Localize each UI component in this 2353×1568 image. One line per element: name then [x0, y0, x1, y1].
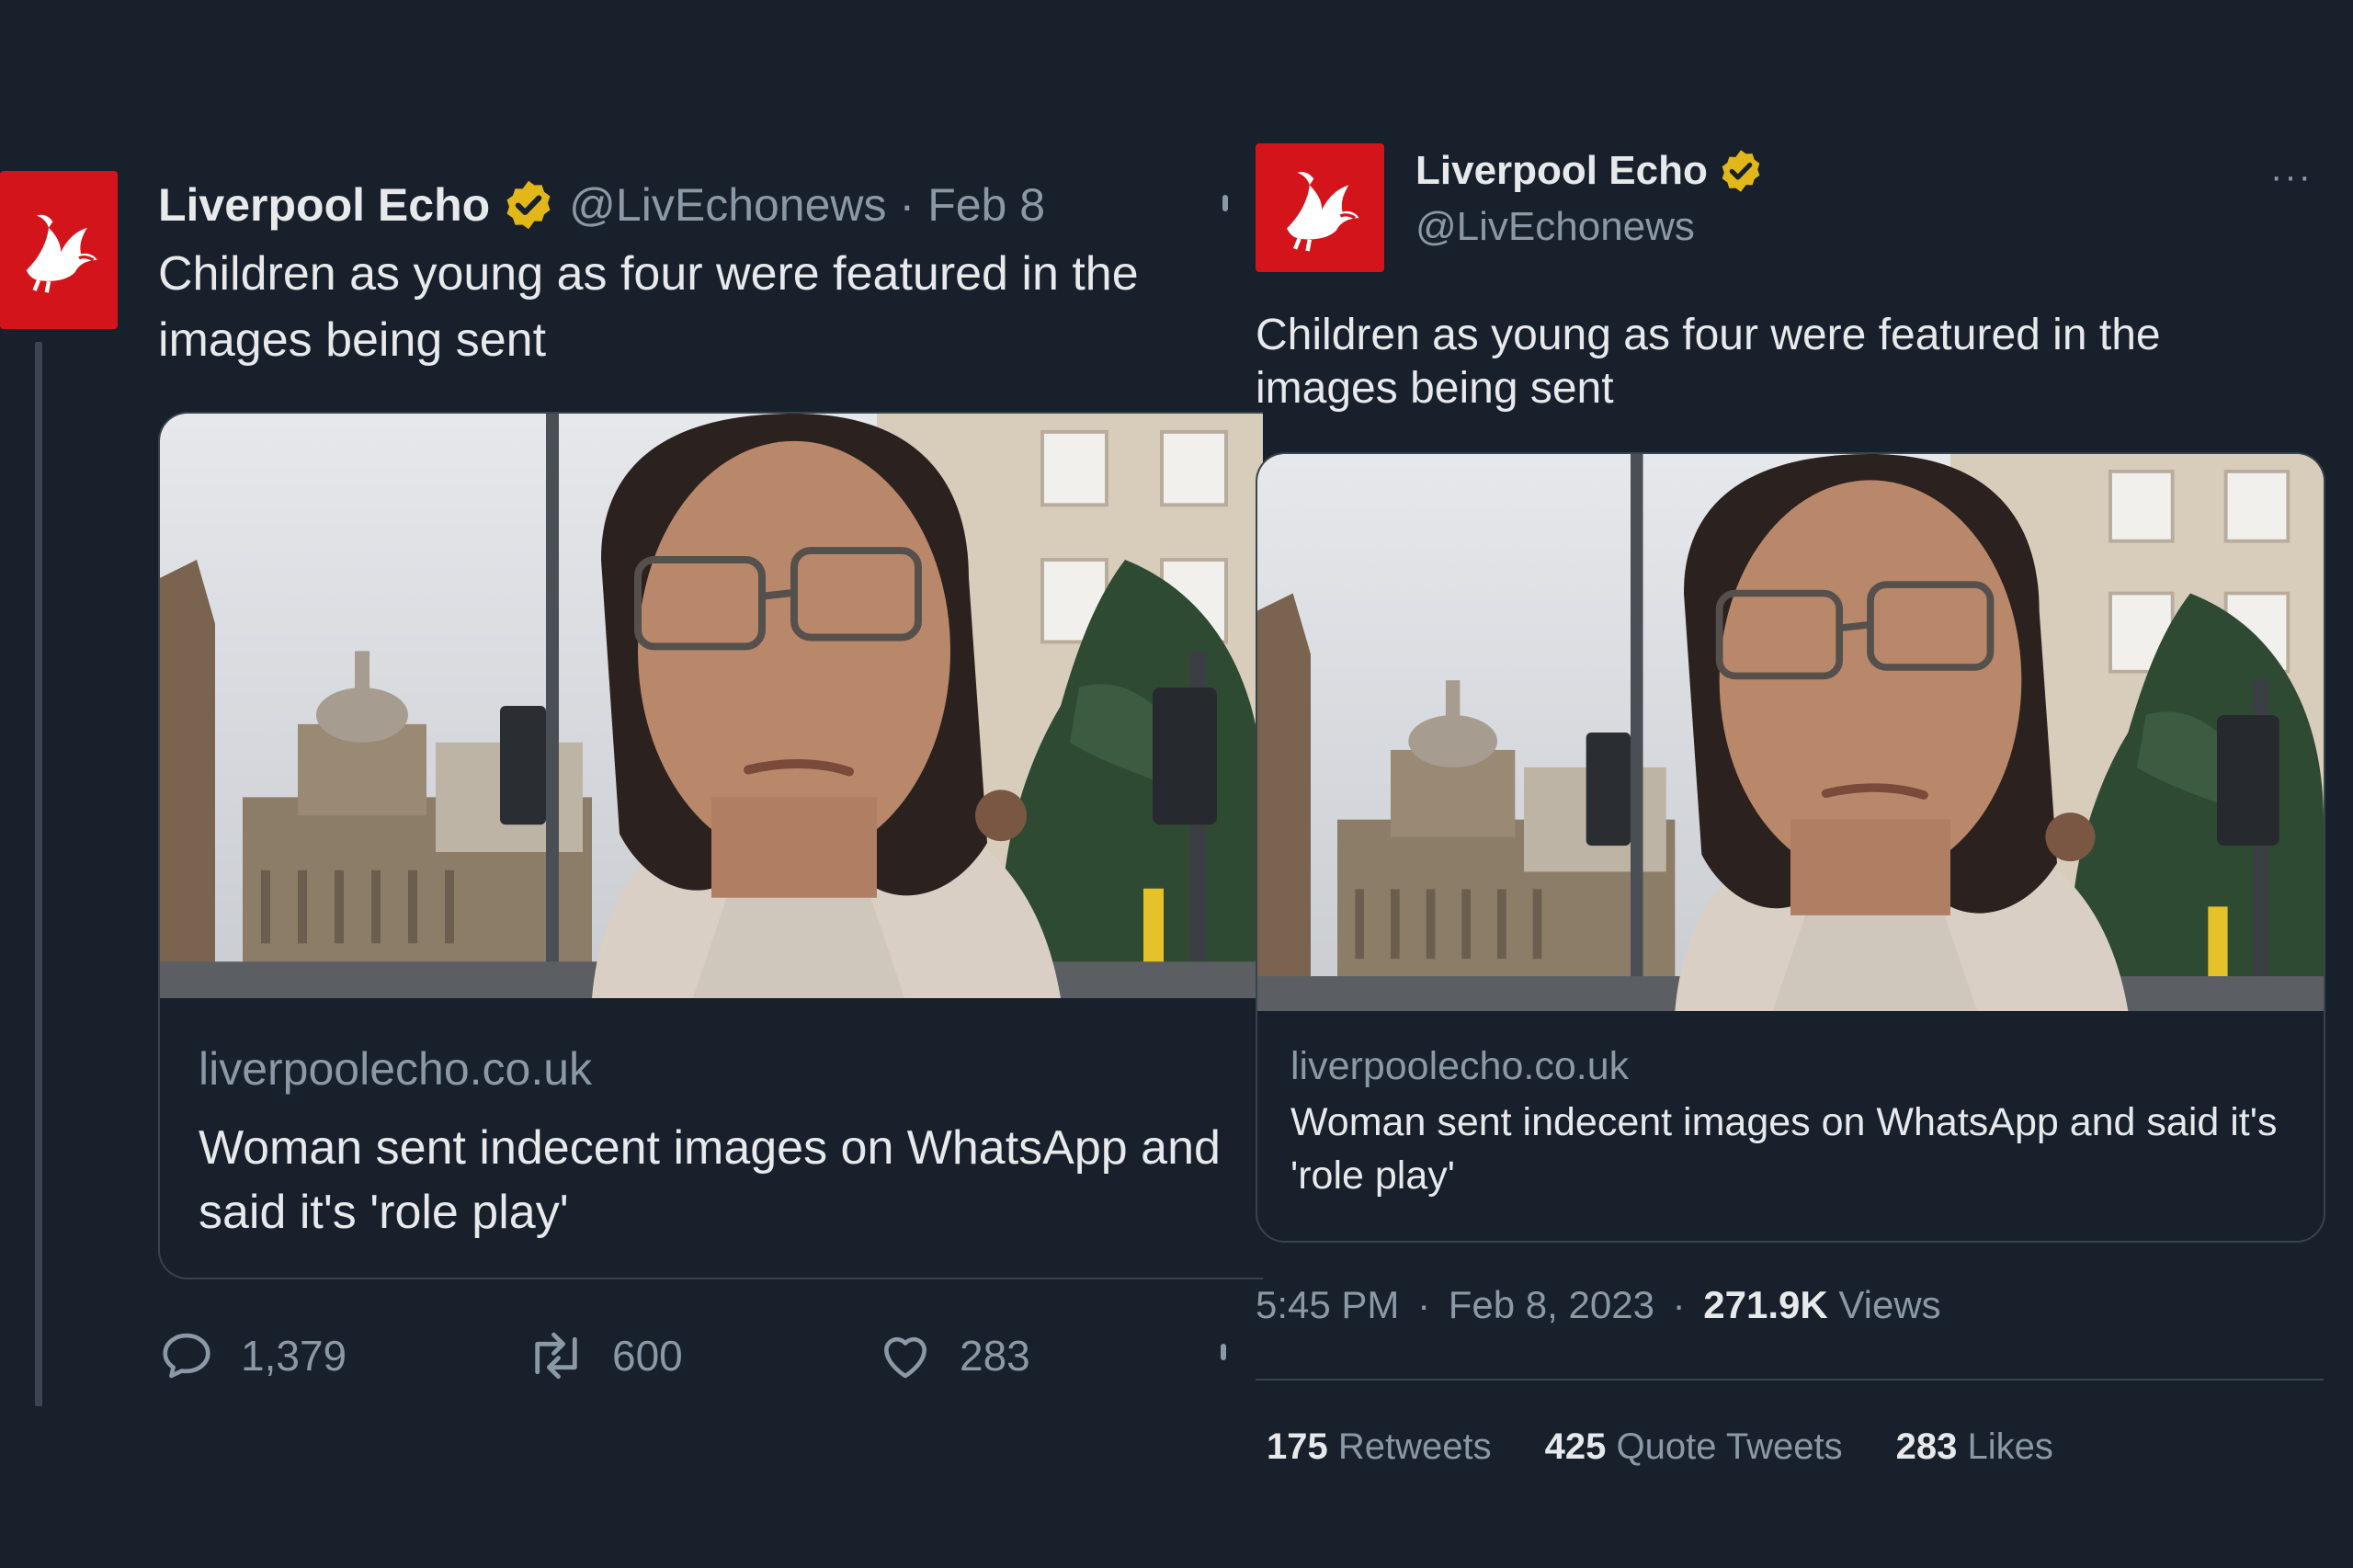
likes-stat[interactable]: 283 Likes	[1896, 1426, 2053, 1468]
right-engagement-stats: 175 Retweets 425 Quote Tweets 283 Likes	[1267, 1426, 2053, 1468]
left-card-image	[160, 414, 1263, 998]
quotes-count: 425	[1544, 1426, 1607, 1467]
tweet-full-date[interactable]: Feb 8, 2023	[1449, 1283, 1654, 1326]
likes-label: Likes	[1967, 1426, 2053, 1467]
right-link-card[interactable]: liverpoolecho.co.uk Woman sent indecent …	[1256, 452, 2325, 1243]
left-avatar[interactable]	[0, 171, 118, 329]
right-author-name[interactable]: Liverpool Echo	[1415, 148, 1708, 194]
more-options-icon[interactable]: ···	[2270, 156, 2313, 198]
like-count: 283	[960, 1332, 1030, 1380]
right-card-image	[1257, 454, 2324, 1011]
tweet-time[interactable]: 5:45 PM	[1256, 1283, 1399, 1326]
retweets-label: Retweets	[1337, 1426, 1492, 1467]
likes-count: 283	[1895, 1426, 1958, 1467]
meta-separator: ·	[1672, 1283, 1686, 1326]
thread-line	[35, 342, 42, 1406]
quotes-label: Quote Tweets	[1616, 1426, 1843, 1467]
left-card-domain: liverpoolecho.co.uk	[199, 1043, 593, 1095]
verified-badge-icon	[1717, 147, 1765, 195]
right-avatar[interactable]	[1256, 143, 1384, 272]
views-label: Views	[1838, 1283, 1941, 1326]
left-card-title: Woman sent indecent images on WhatsApp a…	[199, 1121, 1221, 1239]
right-tweet-text: Children as young as four were featured …	[1256, 311, 2161, 413]
left-link-card[interactable]: liverpoolecho.co.uk Woman sent indecent …	[158, 412, 1263, 1279]
left-author-name[interactable]: Liverpool Echo	[158, 178, 490, 232]
quote-tweets-stat[interactable]: 425 Quote Tweets	[1545, 1426, 1843, 1468]
reply-button[interactable]: 1,379	[158, 1324, 347, 1388]
heart-icon	[884, 1336, 926, 1379]
retweet-icon	[535, 1332, 577, 1380]
retweet-button[interactable]: 600	[526, 1324, 683, 1388]
left-edge-mark-bottom	[1221, 1344, 1226, 1360]
views-count: 271.9K	[1703, 1283, 1828, 1326]
right-author-handle[interactable]: @LivEchonews	[1415, 204, 1695, 250]
like-button[interactable]: 283	[877, 1324, 1030, 1388]
right-card-domain: liverpoolecho.co.uk	[1290, 1044, 1630, 1088]
right-tweet-meta: 5:45 PM · Feb 8, 2023 · 271.9K Views	[1256, 1283, 1941, 1327]
left-edge-mark-top	[1222, 195, 1228, 211]
reply-count: 1,379	[241, 1332, 347, 1380]
left-separator: ·	[899, 179, 915, 231]
retweet-count: 600	[612, 1332, 683, 1380]
right-card-title: Woman sent indecent images on WhatsApp a…	[1290, 1100, 2278, 1198]
liverbird-logo-icon	[1268, 156, 1371, 259]
left-tweet-text: Children as young as four were featured …	[158, 247, 1139, 367]
right-name-row: Liverpool Echo	[1415, 147, 1765, 195]
retweets-stat[interactable]: 175 Retweets	[1267, 1426, 1492, 1468]
left-tweet-date[interactable]: Feb 8	[927, 178, 1045, 232]
meta-separator: ·	[1417, 1283, 1431, 1326]
left-author-handle[interactable]: @LivEchonews	[569, 178, 886, 232]
left-tweet-header: Liverpool Echo @LivEchonews · Feb 8	[158, 175, 1045, 235]
retweets-count: 175	[1267, 1426, 1328, 1467]
liverbird-logo-icon	[8, 199, 109, 301]
verified-badge-icon	[501, 177, 556, 233]
divider	[1256, 1379, 2324, 1381]
reply-icon	[163, 1333, 210, 1379]
